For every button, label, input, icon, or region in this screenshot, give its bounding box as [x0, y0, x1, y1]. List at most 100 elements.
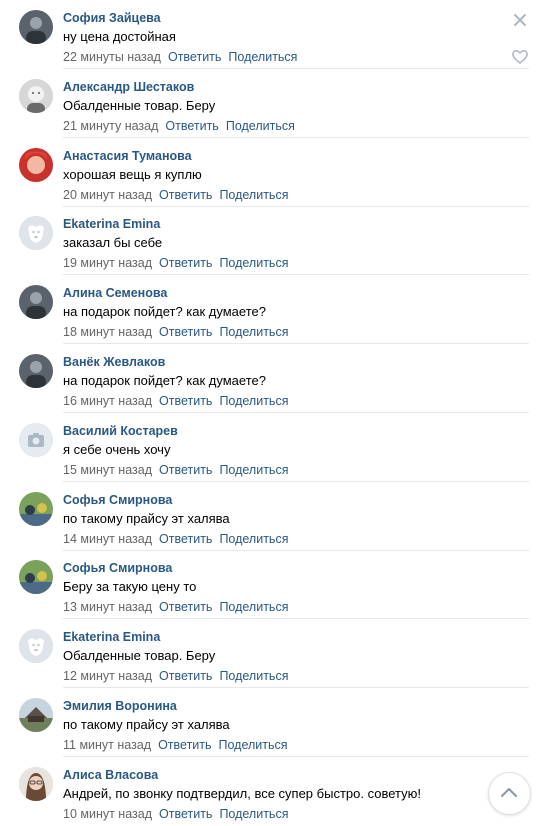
- comment-timestamp[interactable]: 19 минут назад: [63, 256, 152, 270]
- reply-link[interactable]: Ответить: [159, 600, 212, 614]
- avatar[interactable]: [19, 10, 53, 44]
- like-heart-icon[interactable]: [511, 48, 529, 66]
- author-name-link[interactable]: Василий Костарев: [63, 424, 178, 438]
- avatar[interactable]: [19, 629, 53, 664]
- author-name-link[interactable]: Софья Смирнова: [63, 561, 172, 575]
- author-name-link[interactable]: Софья Смирнова: [63, 493, 172, 507]
- reply-link[interactable]: Ответить: [159, 256, 212, 270]
- comment-timestamp[interactable]: 11 минут назад: [63, 738, 151, 752]
- avatar[interactable]: [19, 216, 53, 251]
- avatar[interactable]: [19, 698, 53, 732]
- comment-meta: 20 минут назад Ответить Поделиться: [63, 188, 288, 202]
- comment-item: Софья Смирнова по такому прайсу эт халява…: [0, 482, 547, 551]
- vk-dog-icon: [19, 629, 53, 664]
- avatar[interactable]: [19, 78, 53, 113]
- comment-meta: 13 минут назад Ответить Поделиться: [63, 600, 288, 614]
- share-link[interactable]: Поделиться: [219, 532, 288, 546]
- share-link[interactable]: Поделиться: [219, 394, 288, 408]
- author-name-link[interactable]: Анастасия Туманова: [63, 149, 192, 163]
- reply-link[interactable]: Ответить: [159, 669, 212, 683]
- reply-link[interactable]: Ответить: [158, 738, 211, 752]
- author-name-link[interactable]: Эмилия Воронина: [63, 699, 177, 713]
- author-name-link[interactable]: Алина Семенова: [63, 286, 167, 300]
- comment-text: я себе очень хочу: [63, 441, 171, 457]
- comment-text: Андрей, по звонку подтвердил, все супер …: [63, 785, 421, 801]
- comment-item: Василий Костарев я себе очень хочу 15 мину…: [0, 413, 547, 482]
- photo-girl-icon: [19, 766, 53, 801]
- photo-dark-icon: [19, 354, 53, 388]
- comment-meta: 16 минут назад Ответить Поделиться: [63, 394, 288, 408]
- avatar[interactable]: [19, 354, 53, 388]
- comment-meta: 12 минут назад Ответить Поделиться: [63, 669, 288, 683]
- reply-link[interactable]: Ответить: [168, 50, 221, 64]
- reply-link[interactable]: Ответить: [159, 188, 212, 202]
- comment-text: на подарок пойдет? как думаете?: [63, 373, 266, 388]
- comment-meta: 18 минут назад Ответить Поделиться: [63, 325, 288, 339]
- comment-timestamp[interactable]: 20 минут назад: [63, 188, 152, 202]
- avatar[interactable]: [19, 491, 53, 526]
- avatar[interactable]: [19, 560, 53, 595]
- photo-green-icon: [19, 491, 53, 526]
- reply-link[interactable]: Ответить: [159, 532, 212, 546]
- author-name-link[interactable]: Ванёк Жевлаков: [63, 355, 165, 369]
- share-link[interactable]: Поделиться: [219, 600, 288, 614]
- reply-link[interactable]: Ответить: [159, 394, 212, 408]
- comment-item: Ванёк Жевлаков на подарок пойдет? как дум…: [0, 344, 547, 413]
- comment-meta: 22 минуты назад Ответить Поделиться: [63, 50, 297, 64]
- scroll-to-top-button[interactable]: [488, 772, 531, 815]
- share-link[interactable]: Поделиться: [219, 463, 288, 477]
- reply-link[interactable]: Ответить: [165, 119, 218, 133]
- reply-link[interactable]: Ответить: [159, 463, 212, 477]
- comment-item: Алина Семенова на подарок пойдет? как дум…: [0, 275, 547, 345]
- comment-item: Ekaterina Emina заказал бы себе 19 минут н…: [0, 206, 547, 276]
- comment-text: хорошая вещь я куплю: [63, 166, 202, 182]
- comment-timestamp[interactable]: 15 минут назад: [63, 463, 152, 477]
- close-icon[interactable]: [511, 11, 529, 29]
- avatar[interactable]: [19, 422, 53, 457]
- camera-icon: [19, 422, 53, 457]
- author-name-link[interactable]: Алиса Власова: [63, 768, 158, 782]
- share-link[interactable]: Поделиться: [219, 256, 288, 270]
- comment-timestamp[interactable]: 16 минут назад: [63, 394, 152, 408]
- chevron-up-icon: [501, 788, 517, 797]
- comment-item: София Зайцева ну цена достойная 22 минуты …: [0, 0, 547, 69]
- author-name-link[interactable]: Александр Шестаков: [63, 80, 194, 94]
- author-name-link[interactable]: Ekaterina Emina: [63, 630, 160, 644]
- comment-text: ну цена достойная: [63, 29, 176, 44]
- avatar[interactable]: [19, 147, 53, 182]
- comment-text: по такому прайсу эт халява: [63, 510, 230, 526]
- comment-meta: 11 минут назад Ответить Поделиться: [63, 738, 288, 752]
- comment-meta: 10 минут назад Ответить Поделиться: [63, 807, 288, 821]
- reply-link[interactable]: Ответить: [159, 807, 212, 821]
- photo-landscape-icon: [19, 698, 53, 732]
- share-link[interactable]: Поделиться: [219, 188, 288, 202]
- comment-timestamp[interactable]: 14 минут назад: [63, 532, 152, 546]
- avatar[interactable]: [19, 285, 53, 320]
- comment-item: Эмилия Воронина по такому прайсу эт халяв…: [0, 688, 547, 757]
- comment-meta: 21 минуту назад Ответить Поделиться: [63, 119, 295, 133]
- photo-green-icon: [19, 560, 53, 595]
- comment-text: Обалденные товар. Беру: [63, 648, 216, 664]
- share-link[interactable]: Поделиться: [219, 669, 288, 683]
- comment-text: Обалденные товар. Беру: [63, 97, 216, 113]
- comment-item: Ekaterina Emina Обалденные товар. Беру 12 …: [0, 619, 547, 689]
- comment-timestamp[interactable]: 18 минут назад: [63, 325, 152, 339]
- avatar[interactable]: [19, 766, 53, 801]
- share-link[interactable]: Поделиться: [219, 325, 288, 339]
- share-link[interactable]: Поделиться: [228, 50, 297, 64]
- comment-timestamp[interactable]: 21 минуту назад: [63, 119, 158, 133]
- author-name-link[interactable]: Ekaterina Emina: [63, 217, 160, 231]
- reply-link[interactable]: Ответить: [159, 325, 212, 339]
- comment-timestamp[interactable]: 10 минут назад: [63, 807, 152, 821]
- comment-timestamp[interactable]: 12 минут назад: [63, 669, 152, 683]
- comment-item: Алиса Власова Андрей, по звонку подтверди…: [0, 757, 547, 826]
- share-link[interactable]: Поделиться: [226, 119, 295, 133]
- comment-timestamp[interactable]: 22 минуты назад: [63, 50, 161, 64]
- comment-timestamp[interactable]: 13 минут назад: [63, 600, 152, 614]
- comment-item: Анастасия Туманова хорошая вещь я куплю 20…: [0, 138, 547, 207]
- comment-meta: 14 минут назад Ответить Поделиться: [63, 532, 288, 546]
- comment-item: Софья Смирнова Беру за такую цену то 13 ми…: [0, 550, 547, 620]
- share-link[interactable]: Поделиться: [219, 807, 288, 821]
- share-link[interactable]: Поделиться: [219, 738, 288, 752]
- author-name-link[interactable]: София Зайцева: [63, 11, 161, 25]
